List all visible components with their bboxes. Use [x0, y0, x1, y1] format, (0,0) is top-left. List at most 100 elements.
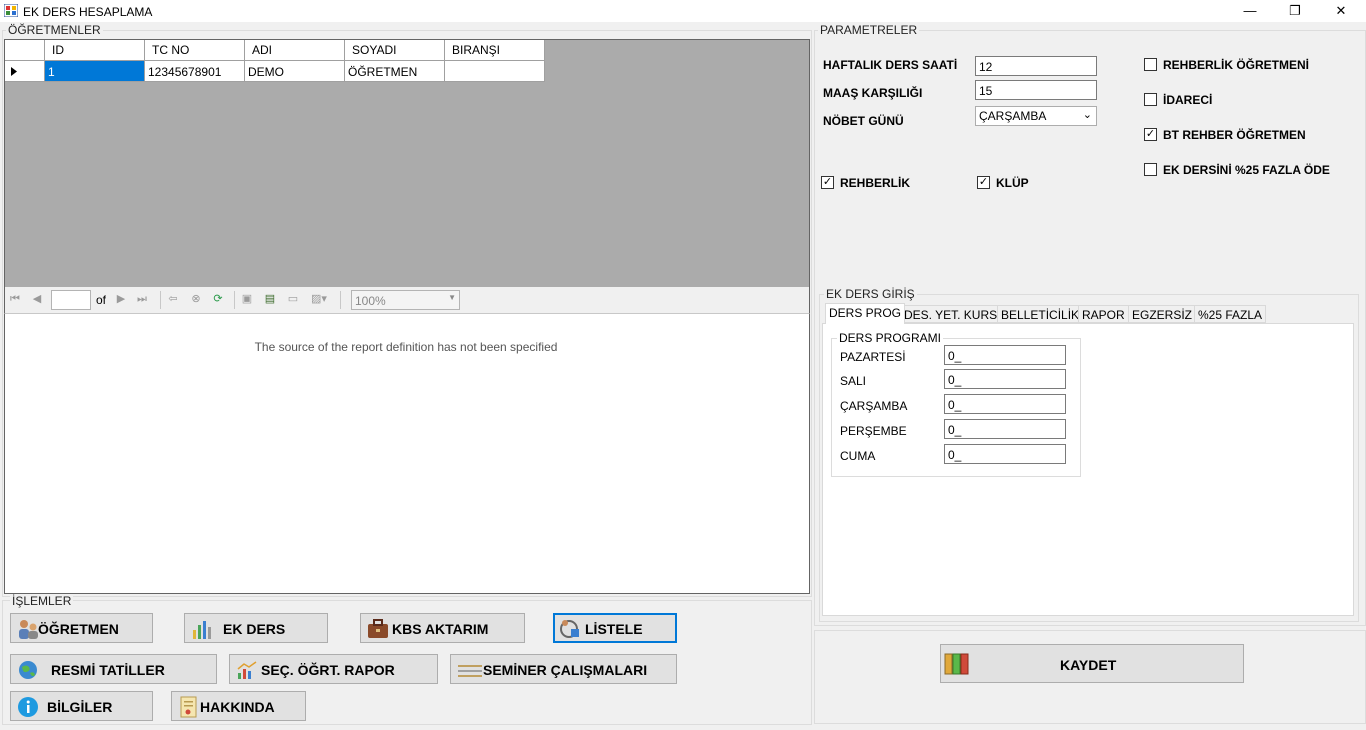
column-header-soyadi[interactable]: SOYADI — [345, 40, 445, 61]
tab-des-yet-kurs[interactable]: DES. YET. KURS — [900, 305, 1002, 323]
rehberlik-checkbox[interactable]: ✓ — [821, 176, 834, 189]
globe-icon — [17, 659, 39, 681]
table-cell-tcno[interactable]: 12345678901 — [145, 61, 245, 82]
day-input-pazartesi[interactable] — [944, 345, 1066, 365]
klup-label: KLÜP — [996, 176, 1029, 190]
bilgiler-button[interactable]: BİLGİLER — [10, 691, 153, 721]
refresh-icon[interactable]: ⟳ — [212, 293, 224, 305]
zoom-value: 100% — [355, 294, 386, 308]
close-button[interactable]: ✕ — [1318, 0, 1364, 22]
check-icon: ✓ — [1145, 128, 1156, 140]
column-header-tcno[interactable]: TC NO — [145, 40, 245, 61]
duty-day-label: NÖBET GÜNÜ — [823, 114, 904, 128]
toolbar-divider — [160, 291, 161, 309]
window-title: EK DERS HESAPLAMA — [23, 5, 153, 19]
sec-ogrt-rapor-button[interactable]: SEÇ. ÖĞRT. RAPOR — [229, 654, 438, 684]
stop-icon[interactable]: ⊗ — [190, 293, 202, 305]
duty-day-value: ÇARŞAMBA — [979, 109, 1047, 123]
previous-page-icon[interactable]: ◀ — [31, 293, 43, 305]
bt-rehber-checkbox[interactable]: ✓ — [1144, 128, 1157, 141]
weekly-hours-label: HAFTALIK DERS SAATİ — [823, 58, 958, 72]
report-toolbar: ⏮ ◀ of ▶ ⏭ ⇦ ⊗ ⟳ ▣ ▤ ▭ ▨▾ 100% ▼ — [4, 287, 810, 313]
page-of-label: of — [96, 293, 107, 307]
check-icon: ✓ — [822, 176, 833, 188]
teachers-grid[interactable]: ID TC NO ADI SOYADI BIRANŞI 1 1234567890… — [4, 39, 810, 288]
page-setup-icon[interactable]: ▭ — [287, 293, 299, 305]
zoom-select[interactable]: 100% ▼ — [351, 290, 460, 310]
seminer-calismalari-button[interactable]: SEMİNER ÇALIŞMALARI — [450, 654, 677, 684]
tab-25-fazla[interactable]: %25 FAZLA — [1194, 305, 1267, 323]
rehberlik-ogretmeni-checkbox[interactable] — [1144, 58, 1157, 71]
ek-ders-fazla-label: EK DERSİNİ %25 FAZLA ÖDE — [1163, 163, 1330, 177]
back-icon[interactable]: ⇦ — [167, 293, 179, 305]
list-refresh-icon — [558, 617, 580, 639]
parameters-group-title: PARAMETRELER — [818, 23, 920, 37]
page-number-input[interactable] — [51, 290, 91, 310]
binders-icon — [944, 652, 970, 675]
teachers-group-title: ÖĞRETMENLER — [6, 23, 103, 37]
ogretmen-button[interactable]: ÖĞRETMEN — [10, 613, 153, 643]
chevron-down-icon: ▼ — [448, 293, 456, 302]
day-label-persembe: PERŞEMBE — [840, 424, 907, 438]
info-icon — [17, 696, 39, 718]
table-cell-soyadi[interactable]: ÖĞRETMEN — [345, 61, 445, 82]
listele-button[interactable]: LİSTELE — [553, 613, 677, 643]
hakkinda-button-label: HAKKINDA — [200, 699, 275, 715]
column-header-adi[interactable]: ADI — [245, 40, 345, 61]
idareci-label: İDARECİ — [1163, 93, 1213, 107]
hakkinda-button[interactable]: HAKKINDA — [171, 691, 306, 721]
app-icon — [3, 3, 19, 18]
ders-programi-title: DERS PROGRAMI — [837, 331, 944, 345]
column-header-bransi[interactable]: BIRANŞI — [445, 40, 545, 61]
column-header-id[interactable]: ID — [45, 40, 145, 61]
day-input-persembe[interactable] — [944, 419, 1066, 439]
ek-ders-fazla-checkbox[interactable] — [1144, 163, 1157, 176]
first-page-icon[interactable]: ⏮ — [9, 293, 21, 305]
day-input-cuma[interactable] — [944, 444, 1066, 464]
table-cell-adi[interactable]: DEMO — [245, 61, 345, 82]
minimize-button[interactable]: — — [1227, 0, 1273, 22]
report-message: The source of the report definition has … — [254, 340, 558, 354]
day-label-cuma: CUMA — [840, 449, 876, 463]
kbs-aktarim-button-label: KBS AKTARIM — [392, 621, 489, 637]
kaydet-button-label: KAYDET — [1060, 657, 1117, 673]
report-viewer[interactable]: The source of the report definition has … — [4, 313, 810, 594]
day-label-pazartesi: PAZARTESİ — [840, 350, 906, 364]
ek-ders-button[interactable]: EK DERS — [184, 613, 328, 643]
resmi-tatiller-button-label: RESMİ TATİLLER — [51, 662, 165, 678]
toolbar-divider — [340, 291, 341, 309]
seminar-icon — [457, 659, 482, 681]
table-cell-bransi[interactable] — [445, 61, 545, 82]
day-input-sali[interactable] — [944, 369, 1066, 389]
certificate-icon — [178, 696, 200, 718]
table-cell-id[interactable]: 1 — [45, 61, 145, 82]
salary-input[interactable] — [975, 80, 1097, 100]
ogretmen-button-label: ÖĞRETMEN — [38, 621, 119, 637]
chevron-down-icon: ⌄ — [1082, 109, 1092, 121]
tab-rapor[interactable]: RAPOR — [1078, 305, 1129, 323]
listele-button-label: LİSTELE — [585, 621, 643, 637]
teachers-icon — [17, 618, 39, 640]
resmi-tatiller-button[interactable]: RESMİ TATİLLER — [10, 654, 217, 684]
kaydet-button[interactable]: KAYDET — [940, 644, 1244, 683]
report-chart-icon — [236, 659, 258, 681]
bar-chart-icon — [191, 618, 213, 640]
export-icon[interactable]: ▨▾ — [309, 293, 329, 305]
tab-belleticilik[interactable]: BELLETİCİLİK — [997, 305, 1084, 323]
print-layout-icon[interactable]: ▤ — [264, 293, 276, 305]
idareci-checkbox[interactable] — [1144, 93, 1157, 106]
tab-ders-prog[interactable]: DERS PROG — [825, 303, 906, 324]
day-label-carsamba: ÇARŞAMBA — [840, 399, 908, 413]
day-label-sali: SALI — [840, 374, 867, 388]
weekly-hours-input[interactable] — [975, 56, 1097, 76]
row-selector-icon[interactable] — [5, 61, 45, 82]
day-input-carsamba[interactable] — [944, 394, 1066, 414]
print-icon[interactable]: ▣ — [241, 293, 253, 305]
kbs-aktarim-button[interactable]: KBS AKTARIM — [360, 613, 525, 643]
next-page-icon[interactable]: ▶ — [115, 293, 127, 305]
tab-egzersiz[interactable]: EGZERSİZ — [1128, 305, 1197, 323]
maximize-button[interactable]: ❐ — [1272, 0, 1318, 22]
duty-day-select[interactable]: ÇARŞAMBA ⌄ — [975, 106, 1097, 126]
klup-checkbox[interactable]: ✓ — [977, 176, 990, 189]
last-page-icon[interactable]: ⏭ — [136, 293, 148, 305]
